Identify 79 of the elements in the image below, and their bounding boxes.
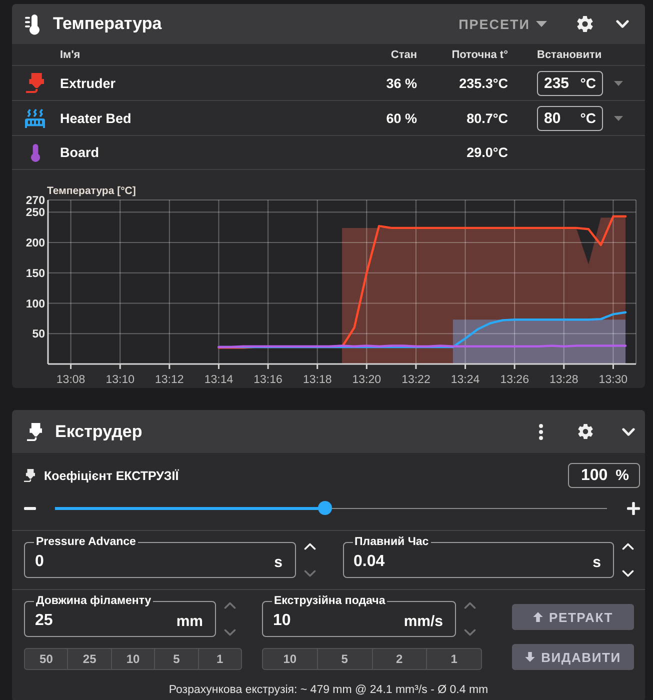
sensor-name: Board: [60, 145, 100, 160]
y-axis-label: 200: [26, 238, 45, 250]
chart-title: Температура [°C]: [47, 185, 136, 197]
panel-title: Температура: [53, 14, 163, 34]
number-field[interactable]: Довжина філаменту 25 mm: [24, 595, 216, 637]
number-field[interactable]: Екструзійна подача 10 mm/s: [262, 595, 456, 637]
target-field[interactable]: 235 °C: [537, 70, 603, 96]
nozzle-icon: [27, 422, 42, 440]
field-label: Pressure Advance: [35, 536, 137, 548]
step-button[interactable]: 2: [372, 648, 428, 670]
slider-thumb[interactable]: [318, 501, 332, 515]
arrow-down-icon: [525, 652, 536, 662]
target-field[interactable]: 80 °C: [537, 106, 603, 130]
field-label: Екструзійна подача: [273, 595, 386, 607]
x-axis-label: 13:18: [302, 374, 332, 386]
column-header: Ім'я: [60, 48, 82, 60]
sensor-name: Extruder: [60, 76, 117, 90]
unit-label: s: [274, 554, 282, 571]
dropdown-caret-icon[interactable]: [614, 116, 623, 120]
y-axis-label: 150: [26, 268, 45, 280]
minus-icon[interactable]: [24, 506, 36, 510]
presets-button[interactable]: ПРЕСЕТИ: [456, 10, 549, 38]
field-label: Довжина філаменту: [35, 595, 152, 607]
retract-button[interactable]: РЕТРАКТ: [512, 604, 634, 630]
x-axis-label: 13:08: [56, 374, 86, 386]
step-button[interactable]: 10: [112, 648, 156, 670]
unit-label: mm: [176, 613, 203, 630]
extrusion-summary: Розрахункова екструзія: ~ 479 mm @ 24.1 mm³/s - Ø 0.4 mm: [168, 683, 490, 698]
y-axis-label: 270: [26, 195, 45, 207]
thermometer-icon: [25, 14, 40, 34]
dropdown-caret-icon[interactable]: [614, 80, 623, 86]
nozzle-icon: [24, 469, 35, 482]
number-field[interactable]: Плавний Час 0.04 s: [342, 536, 614, 578]
unit-label: mm/s: [404, 613, 443, 630]
settings-icon[interactable]: [577, 16, 593, 32]
x-axis-label: 13:24: [450, 374, 480, 386]
unit-label: %: [616, 467, 629, 484]
x-axis-label: 13:26: [500, 374, 529, 386]
y-axis-label: 100: [26, 298, 45, 310]
x-axis-label: 13:22: [402, 374, 430, 386]
power-value: 36 %: [385, 76, 418, 90]
unit-label: °C: [580, 75, 596, 91]
x-axis-label: 13:12: [155, 374, 184, 386]
y-axis-label: 250: [26, 207, 45, 220]
x-axis-label: 13:20: [352, 374, 382, 386]
step-button[interactable]: 25: [68, 648, 112, 670]
field-label: Плавний Час: [354, 536, 430, 548]
column-header: Встановити: [537, 48, 603, 60]
x-axis-label: 13:28: [550, 374, 578, 386]
current-temperature: 29.0°C: [466, 145, 509, 160]
x-axis-label: 13:14: [204, 374, 234, 386]
plus-icon[interactable]: [627, 502, 640, 514]
x-axis-label: 13:10: [106, 374, 134, 386]
sensor-name: Heater Bed: [60, 110, 132, 126]
x-axis-label: 13:16: [254, 374, 282, 386]
power-value: 60 %: [385, 110, 418, 126]
unit-label: s: [592, 554, 601, 571]
column-header: Поточна t°: [450, 48, 509, 60]
step-button[interactable]: 5: [155, 648, 199, 670]
vertical-dots-icon[interactable]: [539, 424, 543, 440]
x-axis-label: 13:30: [598, 374, 628, 386]
flow-label: Коефіцієнт ЕКСТРУЗІЇ: [44, 468, 180, 482]
settings-icon[interactable]: [578, 424, 593, 439]
arrow-up-icon: [533, 612, 543, 622]
number-field[interactable]: Pressure Advance 0 s: [24, 536, 296, 578]
extrude-button[interactable]: ВИДАВИТИ: [512, 644, 634, 670]
caret-icon: [536, 21, 547, 27]
step-button[interactable]: 1: [427, 648, 482, 670]
step-button[interactable]: 1: [198, 648, 242, 670]
current-temperature: 235.3°C: [458, 76, 509, 90]
number-field[interactable]: 100 %: [568, 463, 640, 488]
step-button[interactable]: 50: [24, 648, 68, 670]
step-button[interactable]: 5: [318, 648, 372, 670]
unit-label: °C: [580, 110, 596, 126]
panel-title: Екструдер: [55, 422, 144, 442]
column-header: Стан: [390, 48, 418, 60]
step-button[interactable]: 10: [262, 648, 318, 670]
y-axis-label: 50: [32, 328, 45, 341]
current-temperature: 80.7°C: [466, 110, 509, 126]
